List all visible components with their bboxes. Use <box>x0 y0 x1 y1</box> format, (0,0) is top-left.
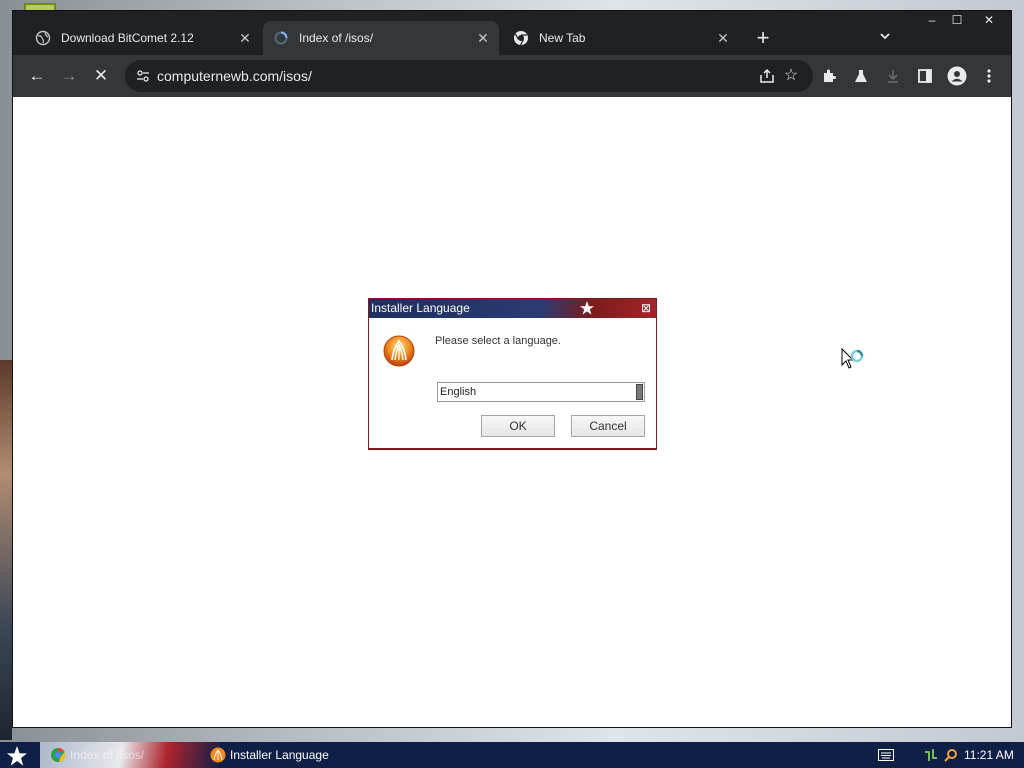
chrome-icon <box>513 30 529 46</box>
cancel-button[interactable]: Cancel <box>571 415 645 437</box>
language-select[interactable]: English <box>437 382 645 402</box>
browser-toolbar: ← → ✕ computernewb.com/isos/ ☆ <box>13 55 1011 97</box>
close-tab-icon[interactable]: ✕ <box>473 28 493 48</box>
close-tab-icon[interactable]: ✕ <box>713 28 733 48</box>
busy-cursor-icon <box>841 347 864 369</box>
tab-title: Download BitComet 2.12 <box>61 31 194 45</box>
language-select-value: English <box>440 386 477 398</box>
back-button[interactable]: ← <box>23 62 51 90</box>
dialog-close-icon[interactable]: ⊠ <box>639 301 653 315</box>
bitcomet-logo-icon <box>210 747 226 763</box>
download-icon[interactable] <box>879 62 907 90</box>
tab-search-button[interactable] <box>875 29 895 49</box>
loading-icon <box>273 30 289 46</box>
clock[interactable]: 11:21 AM <box>964 748 1014 762</box>
stop-loading-button[interactable]: ✕ <box>87 62 115 90</box>
url-text[interactable]: computernewb.com/isos/ <box>157 68 312 84</box>
taskbar-item-installer[interactable]: Installer Language <box>210 746 350 764</box>
more-menu-icon[interactable] <box>975 62 1003 90</box>
taskbar-item-label: Index of /isos/ <box>70 748 145 762</box>
tab-title: New Tab <box>539 31 586 45</box>
close-tab-icon[interactable]: ✕ <box>235 28 255 48</box>
keyboard-icon[interactable] <box>878 749 894 761</box>
dialog-title: Installer Language <box>371 301 470 315</box>
tab-title: Index of /isos/ <box>299 31 374 45</box>
desktop-wallpaper <box>0 360 12 740</box>
tab-strip: Download BitComet 2.12 ✕ Index of /isos/… <box>13 11 1011 55</box>
close-window-button[interactable]: ✕ <box>975 11 1003 29</box>
maximize-button[interactable]: ☐ <box>943 11 971 29</box>
bitcomet-logo-icon <box>383 335 415 367</box>
dialog-title-bar[interactable]: Installer Language ⊠ <box>369 299 656 318</box>
taskbar-item-label: Installer Language <box>230 748 329 762</box>
forward-button[interactable]: → <box>55 62 83 90</box>
extensions-icon[interactable] <box>815 62 843 90</box>
tab-download-bitcomet[interactable]: Download BitComet 2.12 ✕ <box>25 21 261 55</box>
installer-language-dialog: Installer Language ⊠ Please select a lan… <box>368 298 657 449</box>
network-icon[interactable] <box>924 748 938 762</box>
taskbar: Index of /isos/ Installer Language 11:21… <box>0 742 1024 768</box>
new-tab-button[interactable]: + <box>751 27 775 51</box>
labs-flask-icon[interactable] <box>847 62 875 90</box>
minimize-button[interactable]: – <box>918 11 946 29</box>
taskbar-item-browser[interactable]: Index of /isos/ <box>50 746 200 764</box>
dropdown-arrow-icon[interactable] <box>636 384 643 400</box>
share-icon[interactable] <box>757 66 777 86</box>
star-icon <box>580 301 594 315</box>
address-bar[interactable]: computernewb.com/isos/ ☆ <box>125 60 813 92</box>
tab-new-tab[interactable]: New Tab ✕ <box>503 21 739 55</box>
profile-avatar-icon[interactable] <box>943 62 971 90</box>
tab-index-of-isos[interactable]: Index of /isos/ ✕ <box>263 21 499 55</box>
start-star-icon[interactable] <box>6 745 28 767</box>
ok-button[interactable]: OK <box>481 415 555 437</box>
dialog-message: Please select a language. <box>435 335 561 347</box>
globe-icon <box>35 30 51 46</box>
side-panel-icon[interactable] <box>911 62 939 90</box>
bookmark-star-icon[interactable]: ☆ <box>781 66 801 86</box>
chrome-icon <box>51 747 66 762</box>
site-info-icon[interactable] <box>135 68 151 84</box>
search-icon[interactable] <box>944 748 958 762</box>
